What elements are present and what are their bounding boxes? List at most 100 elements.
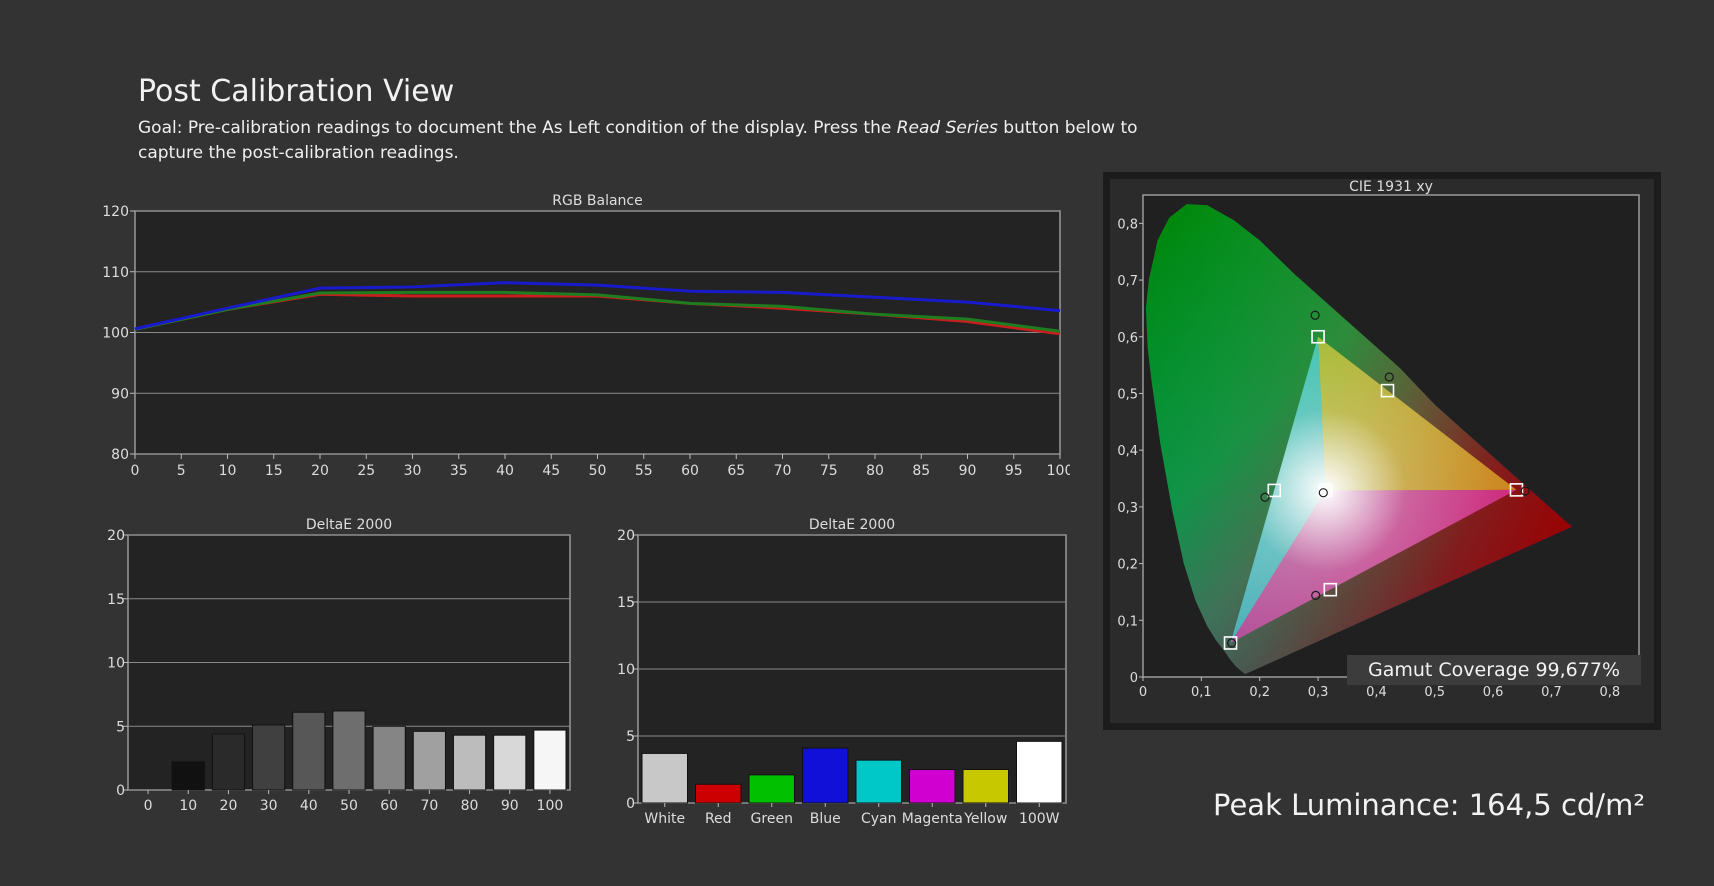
y-tick-label: 10 (107, 656, 125, 672)
x-tick-label-60: 60 (380, 798, 398, 814)
y-tick-label: 0,2 (1117, 558, 1138, 573)
y-tick-label: 15 (617, 595, 635, 611)
y-tick-label: 120 (102, 204, 129, 220)
x-tick-label: 75 (820, 463, 838, 479)
x-tick-label: 15 (265, 463, 283, 479)
x-tick-label-White: White (644, 811, 685, 827)
x-tick-label: 60 (681, 463, 699, 479)
x-tick-label-100W: 100W (1019, 811, 1060, 827)
x-tick-label-50: 50 (340, 798, 358, 814)
x-tick-label: 55 (635, 463, 653, 479)
y-tick-label: 0,3 (1117, 501, 1138, 516)
bar-Magenta (909, 769, 956, 804)
x-tick-label: 0,7 (1541, 685, 1562, 700)
x-tick-label: 0,8 (1599, 685, 1620, 700)
rgb-balance-chart: RGB Balance 80 90 100 110 120 0 5 10 15 20 25 30 35 40… (102, 193, 1070, 479)
deltae-colors-chart: DeltaE 2000 0 5 10 15 20 White Red Green Blue Cyan… (617, 517, 1067, 827)
bar-20 (211, 733, 246, 791)
x-tick-label-10: 10 (179, 798, 197, 814)
gamut-coverage-label: Gamut Coverage 99,677% (1347, 655, 1641, 685)
x-tick-label-80: 80 (461, 798, 479, 814)
x-tick-label: 5 (177, 463, 186, 479)
chart-title: DeltaE 2000 (306, 517, 392, 533)
x-tick-label: 0 (1139, 685, 1147, 700)
x-tick-label-Blue: Blue (810, 811, 841, 827)
x-tick-label-40: 40 (300, 798, 318, 814)
y-tick-label: 5 (116, 719, 125, 735)
y-tick-label: 0,4 (1117, 444, 1138, 459)
page-title: Post Calibration View (138, 74, 455, 109)
read-series-emphasis: Read Series (896, 118, 998, 138)
bar-Green (748, 774, 795, 804)
y-tick-label: 0,6 (1117, 331, 1138, 346)
x-tick-label: 45 (542, 463, 560, 479)
x-tick-label-70: 70 (420, 798, 438, 814)
y-tick-label: 0,7 (1117, 274, 1138, 289)
bar-80 (452, 734, 487, 791)
y-tick-label: 0,5 (1117, 387, 1138, 402)
x-tick-label-Magenta: Magenta (902, 811, 963, 827)
x-tick-label: 100 (1047, 463, 1070, 479)
x-tick-label: 30 (404, 463, 422, 479)
cie-panel: CIE 1931 xy 0 0,1 0,2 0,3 0,4 0,5 0,6 0,7 0,8 0 0,1… (1103, 172, 1661, 730)
x-tick-label: 70 (774, 463, 792, 479)
y-tick-label: 90 (111, 386, 129, 402)
x-tick-label: 0 (131, 463, 140, 479)
bar-100W (1016, 740, 1063, 804)
chart-title: DeltaE 2000 (809, 517, 895, 533)
x-tick-label-100: 100 (537, 798, 564, 814)
x-tick-label: 85 (912, 463, 930, 479)
x-tick-label: 50 (589, 463, 607, 479)
y-tick-label: 0 (626, 796, 635, 812)
x-tick-label: 0,2 (1249, 685, 1270, 700)
deltae-grayscale-chart: DeltaE 2000 0 5 10 15 20 0 10 20 30 40 50 60 70 80 90 10… (107, 517, 571, 814)
y-tick-label: 0 (116, 783, 125, 799)
y-tick-label: 80 (111, 447, 129, 463)
x-tick-label: 10 (219, 463, 237, 479)
bar-Red (695, 783, 742, 804)
x-tick-label-90: 90 (501, 798, 519, 814)
y-tick-label: 10 (617, 662, 635, 678)
x-tick-label: 25 (357, 463, 375, 479)
bar-Yellow (962, 769, 1009, 804)
y-tick-label: 0 (1130, 671, 1138, 686)
bar-Cyan (855, 759, 902, 804)
y-tick-label: 5 (626, 729, 635, 745)
y-tick-label: 20 (617, 528, 635, 544)
y-tick-label: 110 (102, 265, 129, 281)
cie-1931-chart: CIE 1931 xy 0 0,1 0,2 0,3 0,4 0,5 0,6 0,7 0,8 0 0,1… (1117, 179, 1640, 700)
bar-100 (533, 729, 567, 791)
goal-text-prefix: Goal: Pre-calibration readings to docume… (138, 118, 897, 138)
x-tick-label-20: 20 (220, 798, 238, 814)
x-tick-label: 90 (959, 463, 977, 479)
x-tick-label: 95 (1005, 463, 1023, 479)
y-tick-label: 20 (107, 528, 125, 544)
x-tick-label: 40 (496, 463, 514, 479)
chart-title: CIE 1931 xy (1349, 179, 1433, 195)
x-tick-label: 35 (450, 463, 468, 479)
y-tick-label: 0,8 (1117, 217, 1138, 232)
x-tick-label: 0,5 (1424, 685, 1445, 700)
x-tick-label-0: 0 (144, 798, 153, 814)
bar-50 (332, 710, 366, 791)
x-tick-label-Red: Red (705, 811, 732, 827)
bar-Blue (802, 747, 849, 804)
x-tick-label-Green: Green (751, 811, 793, 827)
bar-60 (372, 725, 406, 791)
peak-luminance-label: Peak Luminance: 164,5 cd/m² (1213, 788, 1645, 822)
y-tick-label: 15 (107, 592, 125, 608)
x-tick-label-Cyan: Cyan (861, 811, 897, 827)
bar-70 (412, 730, 446, 791)
measured-point-white (1318, 488, 1328, 498)
bar-30 (252, 724, 286, 791)
x-tick-label-Yellow: Yellow (963, 811, 1007, 827)
goal-description: Goal: Pre-calibration readings to docume… (138, 116, 1138, 166)
chart-title: RGB Balance (552, 193, 642, 209)
x-tick-label-30: 30 (260, 798, 278, 814)
x-tick-label: 0,1 (1191, 685, 1212, 700)
x-tick-label: 80 (866, 463, 884, 479)
bar-90 (493, 734, 527, 791)
bar-10 (171, 761, 205, 791)
y-tick-label: 0,1 (1117, 614, 1138, 629)
bar-40 (292, 711, 326, 791)
